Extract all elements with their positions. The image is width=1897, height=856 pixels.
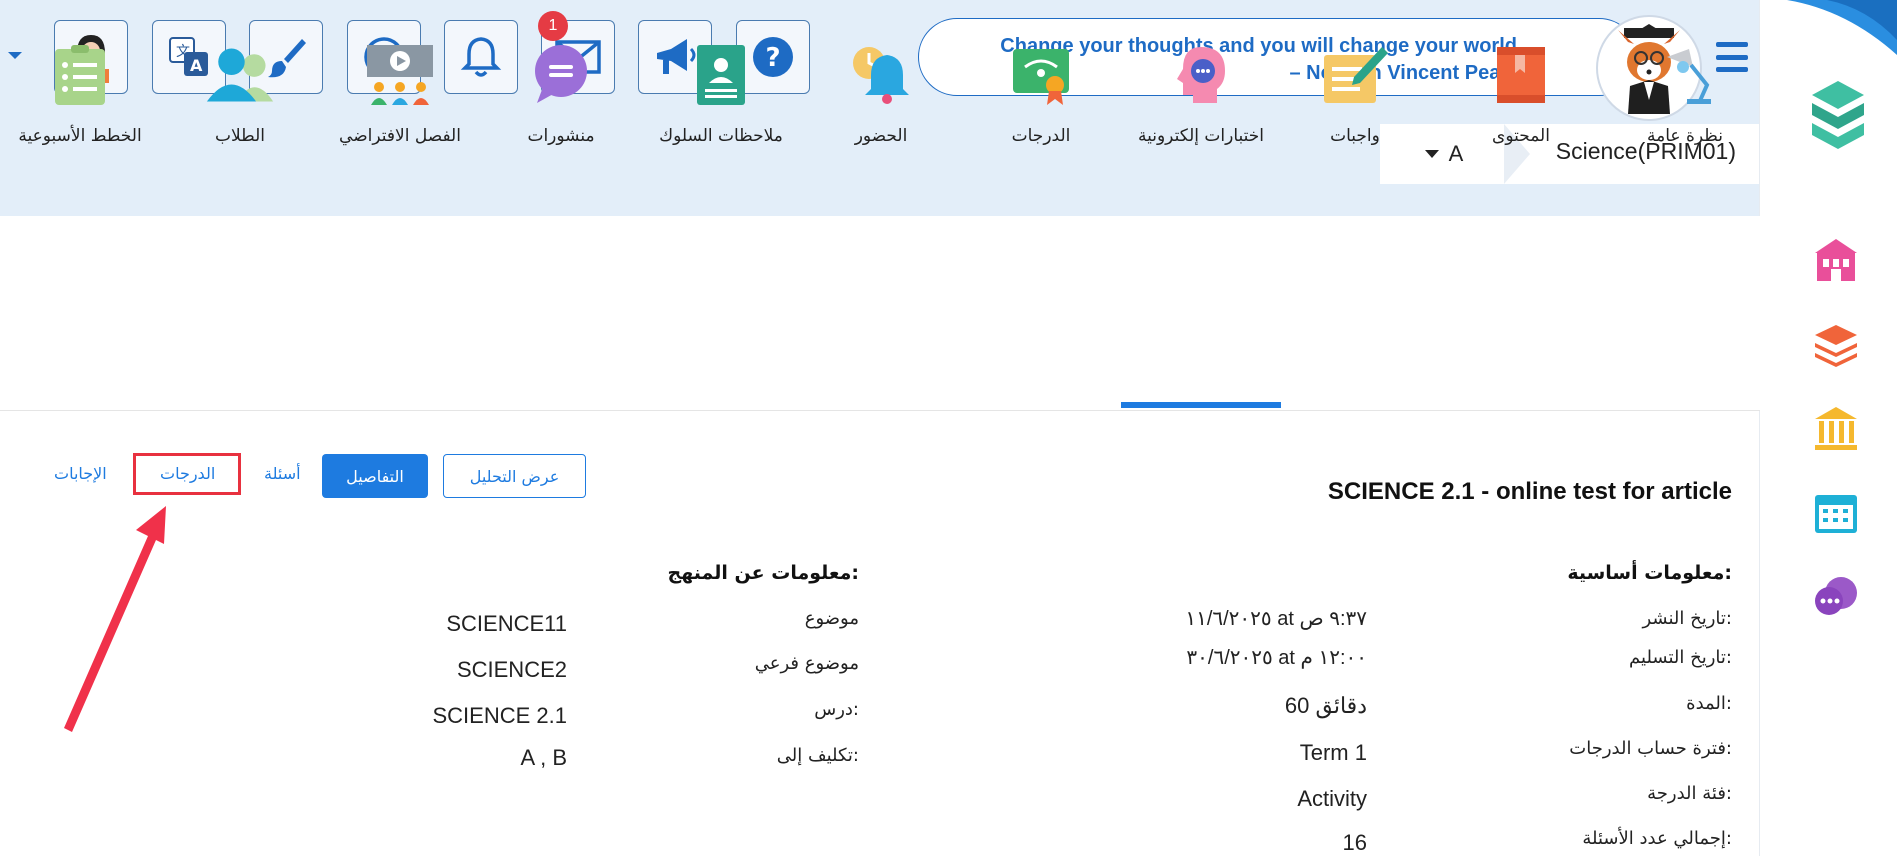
test-title: SCIENCE 2.1 - online test for article xyxy=(1327,478,1732,505)
subject-value: SCIENCE11 xyxy=(446,611,567,636)
grading-period-value: Term 1 xyxy=(1299,740,1367,765)
behavior-notes-icon xyxy=(686,40,756,110)
grading-period-label: فترة حساب الدرجات: xyxy=(1569,738,1732,759)
nav-label: المحتوى xyxy=(1492,126,1550,146)
nav-label: الفصل الافتراضي xyxy=(339,126,461,146)
posts-chat-icon xyxy=(526,40,596,110)
nav-active-indicator xyxy=(1121,402,1281,408)
due-date-value: ٣٠/٦/٢٠٢٥ at ١٢:٠٠ م xyxy=(1186,647,1367,669)
nav-label: الحضور xyxy=(854,126,908,146)
module-nav xyxy=(0,216,1760,411)
questions-tab[interactable]: أسئلة xyxy=(264,464,301,483)
grade-category-value: Activity xyxy=(1297,786,1367,811)
assigned-to-label: تكليف إلى: xyxy=(776,745,859,766)
nav-label: ملاحظات السلوك xyxy=(659,126,783,146)
nav-online-tests[interactable]: اختبارات إلكترونية xyxy=(1121,0,1281,194)
grades-certificate-icon xyxy=(1006,40,1076,110)
subtopic-label: موضوع فرعي xyxy=(754,653,859,674)
view-analysis-button[interactable]: عرض التحليل xyxy=(443,454,586,498)
institution-icon[interactable] xyxy=(1808,400,1864,456)
nav-label: اختبارات إلكترونية xyxy=(1138,126,1264,146)
nav-grades[interactable]: الدرجات xyxy=(981,0,1101,194)
nav-label: الدرجات xyxy=(1011,126,1071,146)
chat-support-icon[interactable] xyxy=(1808,568,1864,624)
total-questions-value: 16 xyxy=(1342,830,1367,855)
subject-label: موضوع xyxy=(804,608,859,629)
annotation-arrow xyxy=(64,506,166,732)
nav-attendance[interactable]: الحضور xyxy=(821,0,941,194)
students-icon xyxy=(205,40,275,110)
total-questions-label: إجمالي عدد الأسئلة: xyxy=(1582,828,1732,849)
details-tab[interactable]: التفاصيل xyxy=(322,454,428,498)
book-icon xyxy=(1486,40,1556,110)
nav-label: منشورات xyxy=(527,126,595,146)
nav-overview[interactable]: نظرة عامة xyxy=(1625,0,1745,194)
nav-label: الطلاب xyxy=(215,126,265,146)
layers-icon[interactable] xyxy=(1808,316,1864,372)
attendance-bell-icon xyxy=(846,40,916,110)
nav-label: واجبات xyxy=(1330,126,1380,146)
nav-assignments[interactable]: واجبات xyxy=(1295,0,1415,194)
basic-info-heading: معلومات أساسية: xyxy=(1567,562,1732,584)
nav-behavior-notes[interactable]: ملاحظات السلوك xyxy=(651,0,791,194)
nav-label: نظرة عامة xyxy=(1647,126,1723,146)
calendar-icon[interactable] xyxy=(1808,484,1864,540)
online-test-head-icon xyxy=(1166,40,1236,110)
virtual-class-icon xyxy=(365,40,435,110)
app-logo-icon[interactable] xyxy=(1808,74,1868,160)
publish-date-value: ١١/٦/٢٠٢٥ at ٩:٣٧ ص xyxy=(1185,608,1367,630)
publish-date-label: تاريخ النشر: xyxy=(1642,608,1732,629)
duration-value: 60 دقائق xyxy=(1284,693,1367,718)
lesson-value: SCIENCE 2.1 xyxy=(432,703,568,728)
caret-down-icon xyxy=(1424,150,1439,158)
curriculum-info-heading: معلومات عن المنهج: xyxy=(667,562,859,584)
nav-posts[interactable]: منشورات xyxy=(501,0,621,194)
subtopic-value: SCIENCE2 xyxy=(456,657,567,682)
grade-category-label: فئة الدرجة: xyxy=(1647,783,1732,804)
school-icon[interactable] xyxy=(1808,232,1864,288)
overview-lamp-icon xyxy=(1650,40,1720,110)
lesson-label: درس: xyxy=(814,699,859,720)
due-date-label: تاريخ التسليم: xyxy=(1629,647,1732,668)
nav-virtual-class[interactable]: الفصل الافتراضي xyxy=(330,0,470,194)
duration-label: المدة: xyxy=(1686,693,1732,714)
corner-decoration xyxy=(1787,0,1897,55)
assigned-to-value: A , B xyxy=(520,745,567,770)
nav-content[interactable]: المحتوى xyxy=(1461,0,1581,194)
assignment-pen-icon xyxy=(1320,40,1390,110)
